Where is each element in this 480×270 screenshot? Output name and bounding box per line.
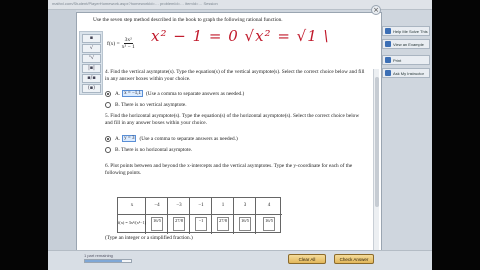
q6-text: 6. Plot points between and beyond the x-… bbox=[105, 163, 353, 176]
browser-screen: mathxl.com/Student/PlayerHomework.aspx?h… bbox=[48, 0, 432, 270]
q4-choice-b-label: B. There is no vertical asymptote. bbox=[115, 102, 187, 108]
q4-radio-b[interactable] bbox=[105, 102, 111, 108]
table-x-cell: 1 bbox=[221, 203, 225, 208]
help-icon bbox=[385, 28, 391, 34]
y-input-box[interactable]: 16/5 bbox=[151, 217, 163, 231]
table-x-cell: −1 bbox=[198, 203, 204, 208]
table-header-x: x bbox=[130, 203, 134, 208]
ask-icon bbox=[385, 70, 391, 76]
function-numerator: 3x² bbox=[123, 37, 133, 44]
progress-label: 1 part remaining bbox=[84, 253, 113, 258]
q5-radio-a[interactable] bbox=[105, 135, 111, 142]
table-y-input[interactable]: 27/8 bbox=[173, 217, 185, 231]
palette-paren-icon[interactable]: (▪) bbox=[82, 84, 101, 93]
q5-answer-input[interactable]: y = 3 bbox=[122, 135, 137, 142]
clear-all-button[interactable]: Clear All bbox=[288, 254, 326, 264]
table-row-divider bbox=[118, 214, 282, 215]
q5-radio-b[interactable] bbox=[105, 147, 111, 153]
function-denominator: x² − 1 bbox=[121, 44, 135, 50]
q5-choice-a-hint: (Use a comma to separate answers as need… bbox=[139, 135, 238, 142]
print-icon bbox=[385, 57, 391, 63]
q4-choice-a-prefix: A. bbox=[115, 90, 121, 97]
scroll-thumb[interactable] bbox=[375, 77, 379, 207]
q6-hint: (Type an integer or a simplified fractio… bbox=[105, 235, 193, 241]
palette-nthroot-icon[interactable]: ⁿ√ bbox=[82, 54, 101, 63]
palette-sqrt-icon[interactable]: √ bbox=[82, 44, 101, 53]
print-button[interactable]: Print bbox=[382, 55, 430, 65]
progress-bar bbox=[84, 259, 132, 263]
problem-instructions: Use the seven step method described in t… bbox=[93, 17, 283, 23]
help-panel: Help Me Solve This View an Example Print… bbox=[382, 26, 432, 86]
table-y-input[interactable]: 27/8 bbox=[217, 217, 229, 231]
palette-box-icon[interactable]: ▪ bbox=[82, 34, 101, 43]
table-x-cell: 3 bbox=[243, 203, 247, 208]
y-input-box[interactable]: 27/8 bbox=[217, 217, 229, 231]
left-background-panel bbox=[48, 10, 76, 270]
table-y-input[interactable]: 16/5 bbox=[239, 217, 251, 231]
ask-instructor-button[interactable]: Ask My Instructor bbox=[382, 68, 430, 78]
table-x-cell: 4 bbox=[267, 203, 271, 208]
bottom-bar: 1 part remaining Clear All Check Answer bbox=[48, 250, 432, 270]
table-x-cell: −3 bbox=[176, 203, 182, 208]
check-answer-button[interactable]: Check Answer bbox=[334, 254, 374, 264]
dialog-scrollbar[interactable] bbox=[373, 69, 379, 257]
problem-dialog: × Use the seven step method described in… bbox=[76, 5, 382, 264]
q5-text: 5. Find the horizontal asymptote(s). Typ… bbox=[105, 113, 360, 126]
q5-choice-a-prefix: A. bbox=[115, 135, 121, 142]
table-y-input[interactable]: 16/5 bbox=[263, 217, 275, 231]
table-x-cell: −4 bbox=[154, 203, 160, 208]
q5-choice-b[interactable]: B. There is no horizontal asymptote. bbox=[105, 147, 192, 153]
q4-radio-a[interactable] bbox=[105, 90, 111, 97]
view-example-button[interactable]: View an Example bbox=[382, 39, 430, 49]
q4-choice-b[interactable]: B. There is no vertical asymptote. bbox=[105, 102, 187, 108]
palette-abs-icon[interactable]: |▪| bbox=[82, 64, 101, 73]
table-y-input[interactable]: 16/5 bbox=[151, 217, 163, 231]
table-y-input[interactable]: −1 bbox=[195, 217, 207, 231]
y-input-box[interactable]: −1 bbox=[195, 217, 207, 231]
y-input-box[interactable]: 16/5 bbox=[263, 217, 275, 231]
y-input-box[interactable]: 16/5 bbox=[239, 217, 251, 231]
palette-fraction-icon[interactable]: ▪/▪ bbox=[82, 74, 101, 83]
close-icon[interactable]: × bbox=[371, 5, 381, 15]
table-header-fx: f(x) = 3x²/(x²−1) bbox=[118, 220, 146, 225]
handwritten-annotation: x² − 1 = 0 √x² = √1 \ bbox=[151, 27, 330, 45]
q4-text: 4. Find the vertical asymptote(s). Type … bbox=[105, 69, 365, 82]
function-label: f(x) = bbox=[107, 40, 120, 47]
help-me-solve-button[interactable]: Help Me Solve This bbox=[382, 26, 430, 36]
points-table: x f(x) = 3x²/(x²−1) −4 −3 −1 1 3 4 16/5 … bbox=[117, 197, 282, 234]
progress-fill bbox=[85, 260, 122, 262]
q4-answer-input[interactable]: x = −1,1 bbox=[122, 90, 144, 97]
view-example-label: View an Example bbox=[393, 41, 424, 47]
q5-choice-b-label: B. There is no horizontal asymptote. bbox=[115, 147, 193, 153]
url-text: mathxl.com/Student/PlayerHomework.aspx?h… bbox=[52, 1, 218, 6]
function-definition: f(x) = 3x² x² − 1 bbox=[107, 37, 147, 50]
help-me-solve-label: Help Me Solve This bbox=[393, 28, 428, 34]
y-input-box[interactable]: 27/8 bbox=[173, 217, 185, 231]
q5-choice-a[interactable]: A. y = 3 (Use a comma to separate answer… bbox=[105, 135, 238, 142]
math-palette: ▪ √ ⁿ√ |▪| ▪/▪ (▪) bbox=[79, 31, 103, 95]
q4-choice-a[interactable]: A. x = −1,1 (Use a comma to separate ans… bbox=[105, 90, 244, 97]
function-fraction: 3x² x² − 1 bbox=[122, 37, 135, 50]
q4-choice-a-hint: (Use a comma to separate answers as need… bbox=[146, 90, 245, 97]
print-label: Print bbox=[393, 57, 402, 63]
ask-instructor-label: Ask My Instructor bbox=[393, 70, 424, 76]
example-icon bbox=[385, 41, 391, 47]
